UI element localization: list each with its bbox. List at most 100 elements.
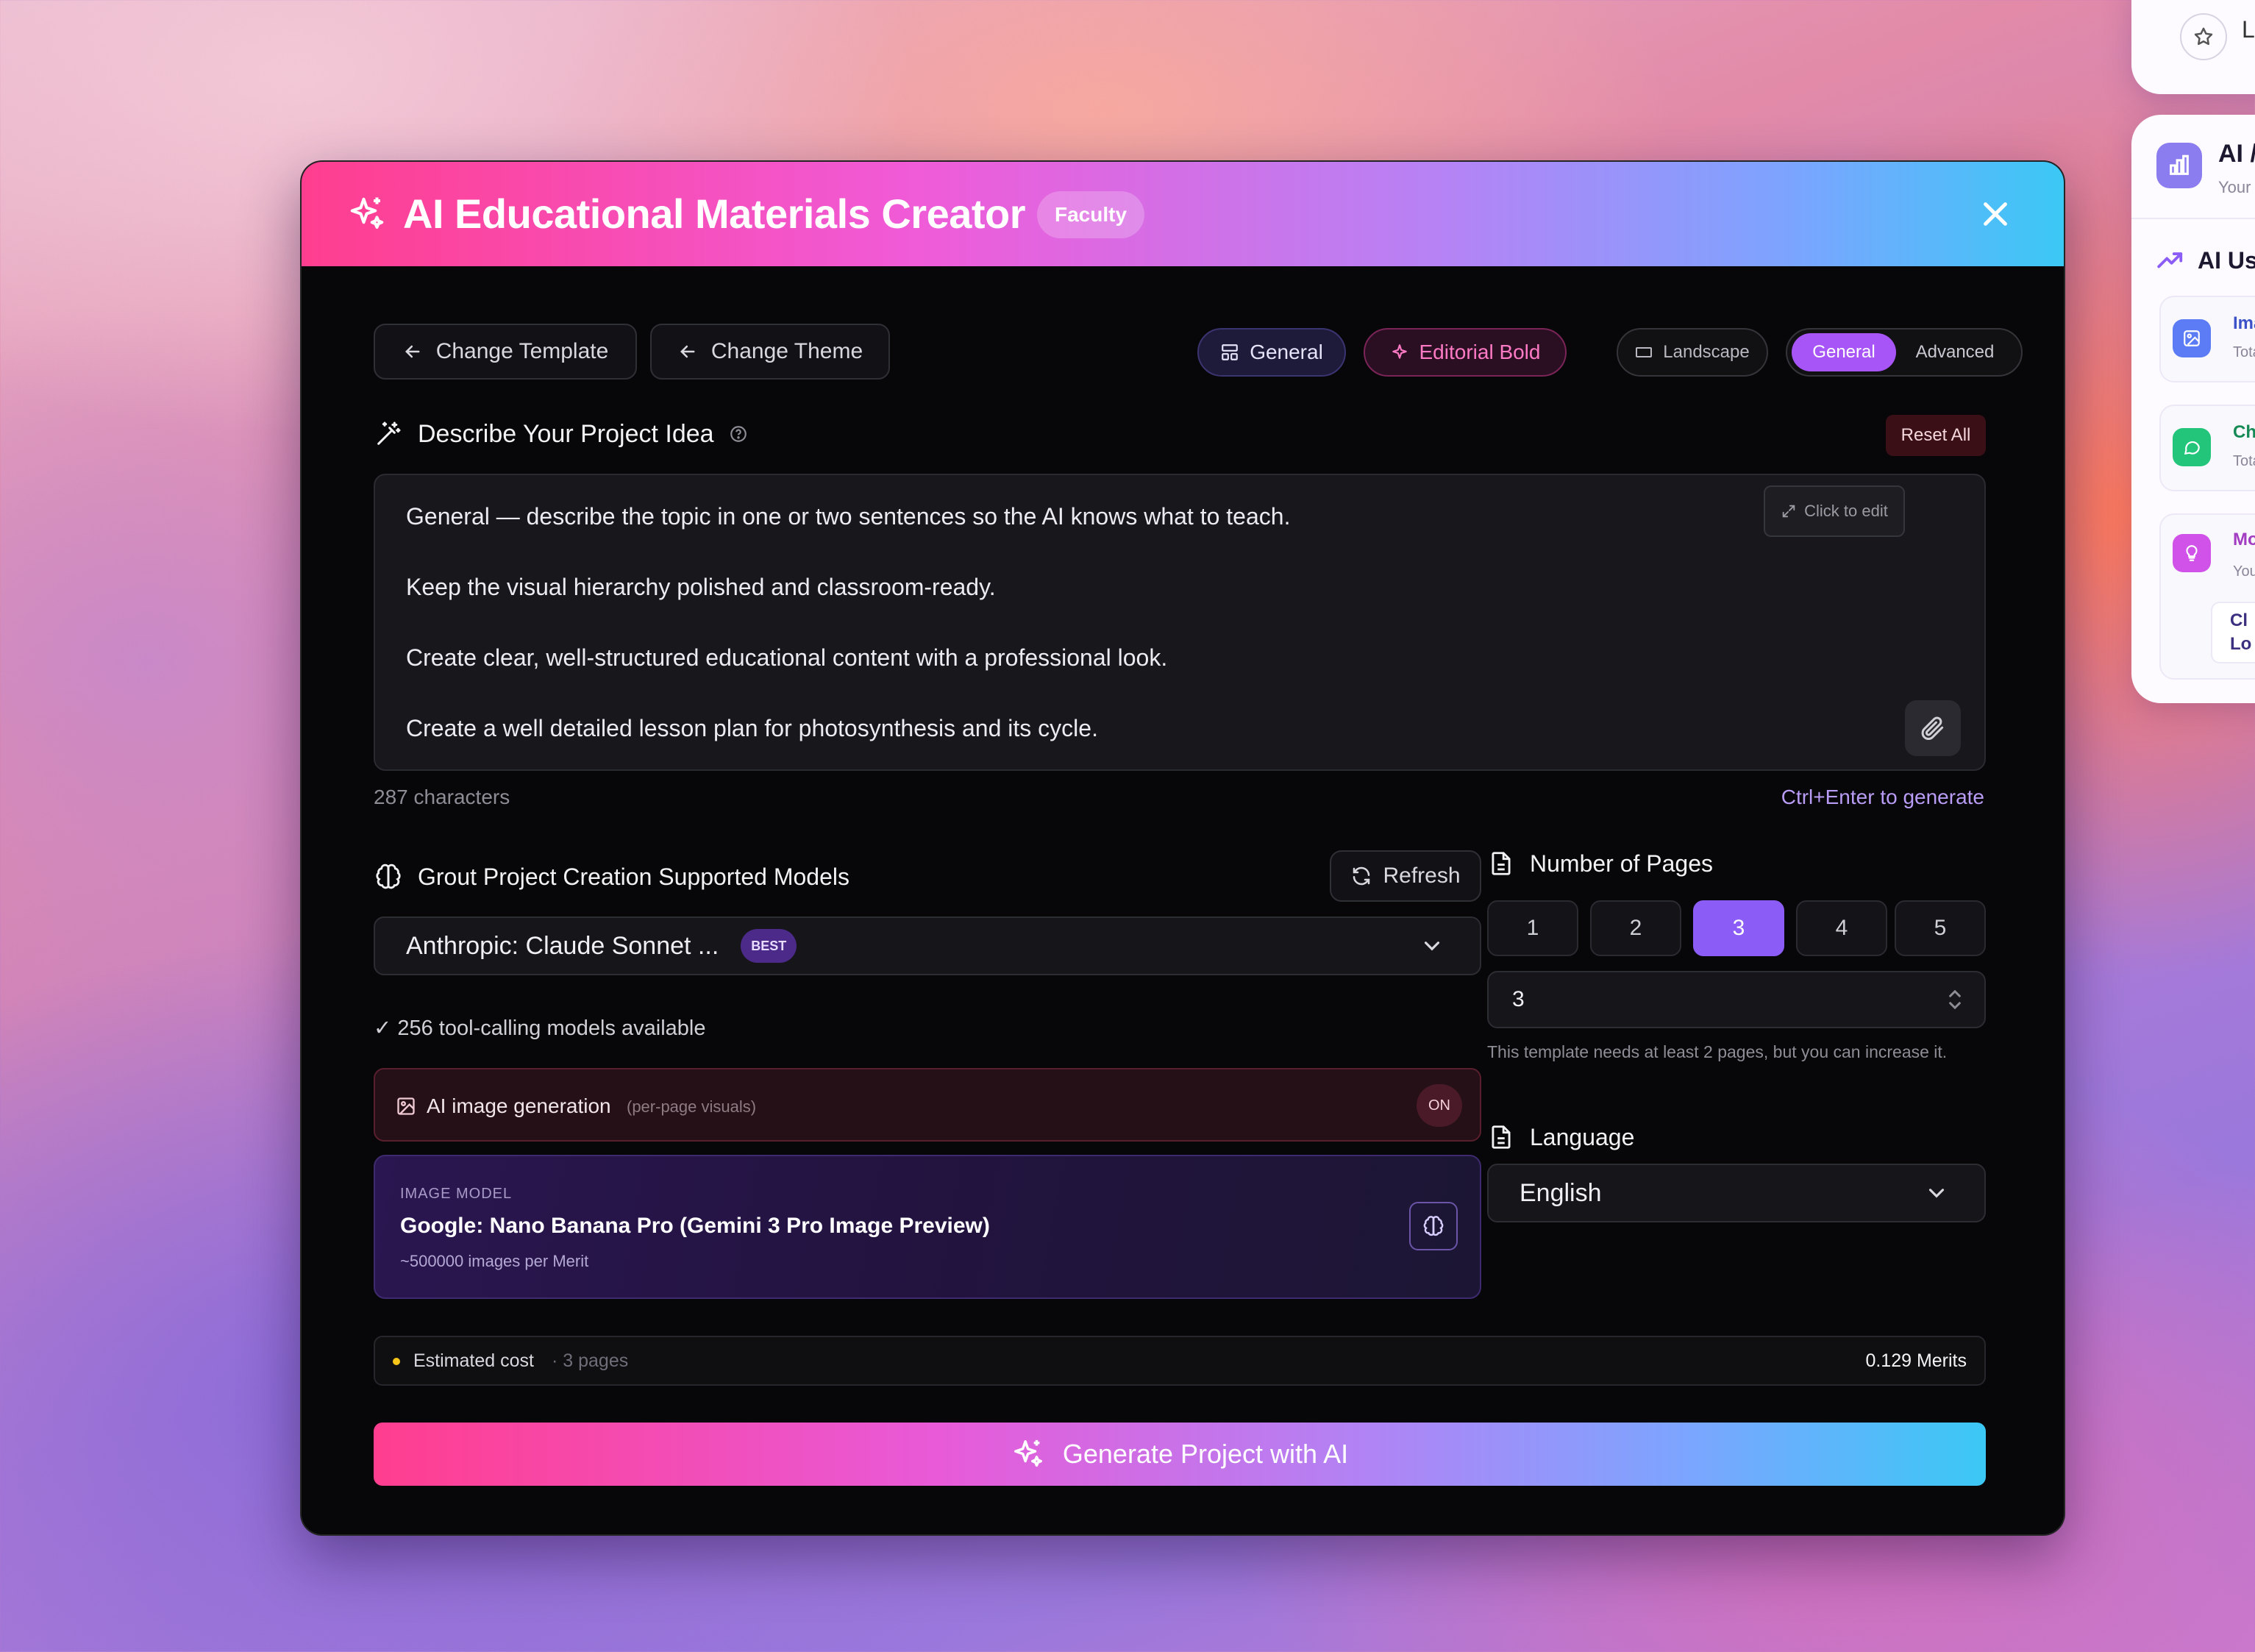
- side-top-label: L: [2242, 16, 2255, 43]
- orientation-pill[interactable]: Landscape: [1617, 328, 1768, 377]
- side-item-title: Mos: [2233, 530, 2255, 549]
- chat-icon: [2173, 428, 2211, 466]
- mode-toggle: General Advanced: [1786, 328, 2023, 377]
- brain-icon: [376, 864, 401, 889]
- side-divider: [2131, 218, 2255, 219]
- side-item-inner: Cl Lo: [2211, 602, 2255, 663]
- lightbulb-icon: [2173, 534, 2211, 572]
- project-idea-textarea[interactable]: General — describe the topic in one or t…: [374, 474, 1986, 771]
- change-theme-button[interactable]: Change Theme: [650, 324, 890, 380]
- ai-image-label: AI image generation: [427, 1094, 611, 1117]
- cost-pages-note: · 3 pages: [552, 1350, 629, 1371]
- side-usage-title: AI Us: [2198, 247, 2255, 274]
- arrow-left-icon: [405, 345, 420, 358]
- close-icon[interactable]: [1978, 197, 2012, 231]
- image-model-caption: IMAGE MODEL: [400, 1186, 513, 1202]
- template-pill[interactable]: General: [1197, 328, 1346, 377]
- trend-icon: [2156, 249, 2184, 274]
- prompt-line: General — describe the topic in one or t…: [406, 503, 1291, 530]
- refresh-icon: [1353, 866, 1370, 886]
- page-option-2[interactable]: 2: [1590, 900, 1681, 956]
- language-select[interactable]: English: [1487, 1164, 1986, 1222]
- refresh-button[interactable]: Refresh: [1330, 850, 1481, 902]
- pages-title: Number of Pages: [1530, 850, 1714, 877]
- describe-heading: Describe Your Project Idea: [374, 419, 748, 449]
- estimated-cost-row: Estimated cost · 3 pages 0.129 Merits: [374, 1336, 1986, 1386]
- language-title: Language: [1530, 1123, 1635, 1150]
- side-title: AI /: [2218, 140, 2255, 168]
- side-item-extra: Cl: [2230, 610, 2248, 630]
- sparkles-icon: [1013, 1439, 1042, 1467]
- pages-heading: Number of Pages: [1487, 849, 1713, 878]
- image-icon: [2173, 319, 2211, 357]
- selected-language: English: [1520, 1178, 1602, 1207]
- describe-title: Describe Your Project Idea: [418, 419, 714, 448]
- side-item-most[interactable]: Mos Your Cl Lo: [2159, 513, 2255, 680]
- mode-general-button[interactable]: General: [1792, 333, 1896, 371]
- selected-model: Anthropic: Claude Sonnet ...: [406, 931, 719, 960]
- reset-all-button[interactable]: Reset All: [1886, 415, 1986, 456]
- arrow-left-icon: [680, 345, 695, 358]
- ai-image-hint: (per-page visuals): [627, 1097, 757, 1116]
- pages-hint: This template needs at least 2 pages, bu…: [1487, 1042, 1948, 1061]
- page-option-4[interactable]: 4: [1796, 900, 1887, 956]
- side-item-images[interactable]: Imag Total: [2159, 296, 2255, 382]
- document-icon: [1492, 1125, 1511, 1149]
- document-icon: [1492, 852, 1511, 875]
- role-badge: Faculty: [1037, 191, 1145, 238]
- sparkles-icon: [347, 194, 387, 234]
- chevron-down-icon: [1928, 1189, 1945, 1198]
- pages-input-value: 3: [1512, 987, 1525, 1011]
- side-item-sub: Total: [2233, 344, 2255, 360]
- image-model-name: Google: Nano Banana Pro (Gemini 3 Pro Im…: [400, 1214, 990, 1238]
- theme-pill[interactable]: Editorial Bold: [1364, 328, 1567, 377]
- page-option-5[interactable]: 5: [1895, 900, 1986, 956]
- prompt-line: Keep the visual hierarchy polished and c…: [406, 574, 996, 600]
- change-template-button[interactable]: Change Template: [374, 324, 637, 380]
- page-option-1[interactable]: 1: [1487, 900, 1578, 956]
- stepper-icon[interactable]: [1948, 988, 1962, 1011]
- theme-pill-label: Editorial Bold: [1419, 341, 1541, 363]
- models-title: Grout Project Creation Supported Models: [418, 863, 849, 890]
- cost-label: Estimated cost: [413, 1350, 534, 1371]
- landscape-icon: [1636, 347, 1653, 357]
- models-heading: Grout Project Creation Supported Models: [374, 862, 849, 891]
- modal-header: AI Educational Materials Creator Faculty: [302, 162, 2064, 266]
- star-icon[interactable]: [2180, 13, 2227, 60]
- brain-icon[interactable]: [1409, 1202, 1458, 1250]
- side-panel: AI / Your AI Us Imag Total Cha Total Mos…: [2131, 115, 2255, 703]
- prompt-line: Create clear, well-structured educationa…: [406, 644, 1168, 671]
- layout-icon: [1222, 344, 1239, 360]
- template-pill-label: General: [1250, 341, 1323, 363]
- mode-advanced-button[interactable]: Advanced: [1896, 333, 2014, 371]
- image-model-card[interactable]: IMAGE MODEL Google: Nano Banana Pro (Gem…: [374, 1155, 1481, 1299]
- side-item-chat[interactable]: Cha Total: [2159, 405, 2255, 491]
- pages-number-input[interactable]: 3: [1487, 971, 1986, 1028]
- change-theme-label: Change Theme: [710, 339, 863, 363]
- char-count: 287 characters: [374, 786, 510, 808]
- generate-button[interactable]: Generate Project with AI: [374, 1423, 1986, 1486]
- status-dot: [393, 1358, 400, 1365]
- bar-chart-icon: [2156, 143, 2202, 188]
- generate-label: Generate Project with AI: [1062, 1439, 1349, 1469]
- click-to-edit-label: Click to edit: [1804, 502, 1888, 520]
- click-to-edit-button[interactable]: Click to edit: [1764, 485, 1905, 537]
- best-badge: BEST: [741, 929, 797, 963]
- paperclip-icon[interactable]: [1905, 700, 1961, 756]
- refresh-label: Refresh: [1383, 864, 1461, 888]
- side-item-title: Cha: [2233, 422, 2255, 442]
- change-template-label: Change Template: [435, 339, 609, 363]
- expand-icon: [1782, 505, 1795, 518]
- ai-image-toggle-row[interactable]: AI image generation (per-page visuals) O…: [374, 1068, 1481, 1142]
- model-select[interactable]: Anthropic: Claude Sonnet ... BEST: [374, 916, 1481, 975]
- creator-modal: AI Educational Materials Creator Faculty…: [300, 160, 2065, 1536]
- magic-wand-icon: [377, 421, 401, 445]
- cost-value: 0.129 Merits: [1865, 1350, 1967, 1371]
- side-top-card: L: [2131, 0, 2255, 94]
- prompt-line: Create a well detailed lesson plan for p…: [406, 715, 1098, 741]
- help-icon[interactable]: [729, 424, 748, 444]
- side-item-title: Imag: [2233, 313, 2255, 333]
- ai-image-on-toggle[interactable]: ON: [1417, 1084, 1462, 1127]
- sparkle-icon: [1392, 344, 1407, 359]
- page-option-3[interactable]: 3: [1693, 900, 1784, 956]
